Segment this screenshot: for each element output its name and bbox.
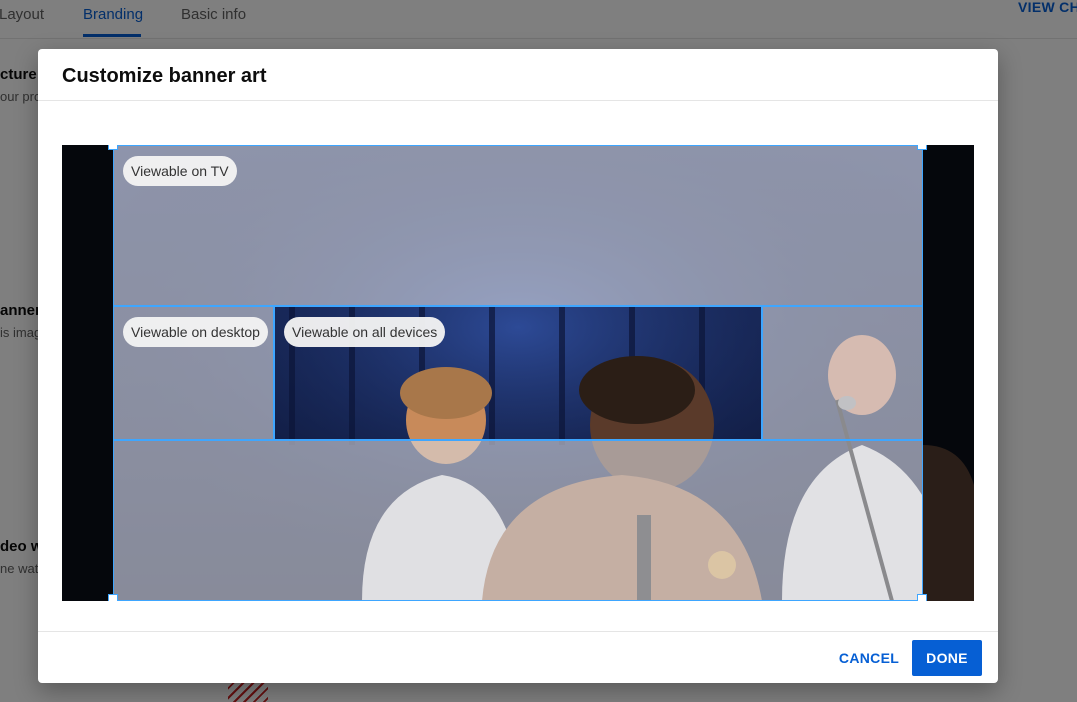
crop-handle-bottom-left[interactable]	[108, 594, 118, 601]
crop-handle-bottom-right[interactable]	[917, 594, 927, 601]
crop-handle-top-left[interactable]	[108, 145, 118, 150]
dialog-footer: CANCEL DONE	[38, 631, 998, 684]
cancel-button[interactable]: CANCEL	[834, 640, 904, 676]
desktop-zone-top-line	[113, 305, 923, 307]
banner-crop-area[interactable]: Viewable on TV Viewable on desktop Viewa…	[62, 145, 974, 601]
safe-area-right-line	[761, 306, 763, 440]
tv-zone-label: Viewable on TV	[123, 156, 237, 186]
desktop-zone-bottom-line	[113, 439, 923, 441]
desktop-zone-label: Viewable on desktop	[123, 317, 268, 347]
done-button[interactable]: DONE	[912, 640, 982, 676]
all-devices-zone-label: Viewable on all devices	[284, 317, 446, 347]
dialog-header: Customize banner art	[38, 49, 998, 101]
safe-area-left-line	[273, 306, 275, 440]
customize-banner-dialog: Customize banner art Viewable on TV View…	[38, 49, 998, 683]
crop-handle-top-right[interactable]	[917, 145, 927, 150]
crop-frame[interactable]	[113, 145, 923, 601]
dialog-title: Customize banner art	[62, 65, 267, 87]
